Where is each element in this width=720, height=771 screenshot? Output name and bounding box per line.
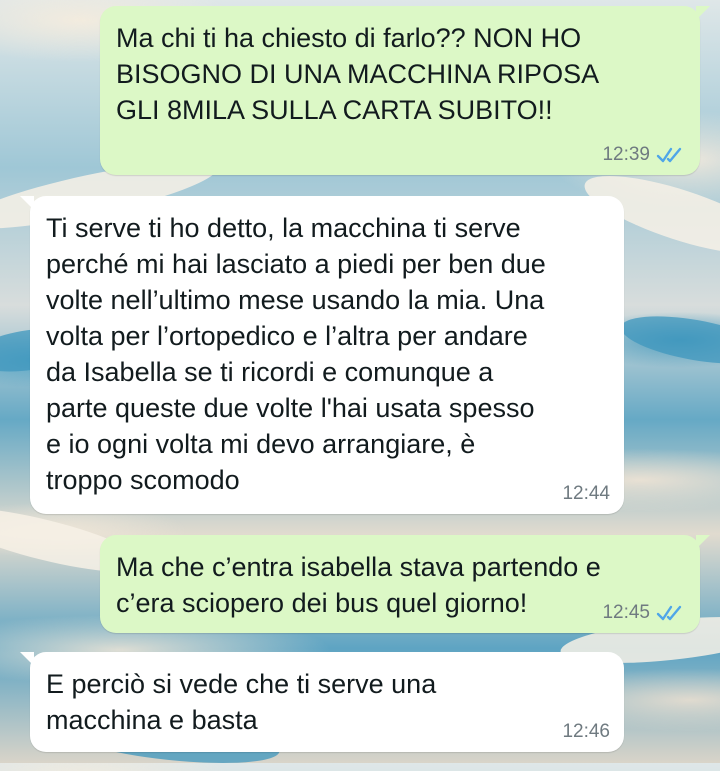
- bubble-tail: [20, 652, 34, 666]
- message-text: Ma che c’entra isabella stava partendo e…: [116, 552, 601, 618]
- message-meta: 12:46: [562, 722, 610, 742]
- message-meta: 12:44: [562, 484, 610, 504]
- message-bubble-incoming[interactable]: Ti serve ti ho detto, la macchina ti ser…: [20, 196, 624, 514]
- bubble-tail: [696, 535, 710, 549]
- wallpaper-water: [617, 307, 720, 373]
- message-meta: 12:39: [602, 145, 686, 165]
- message-text: Ti serve ti ho detto, la macchina ti ser…: [46, 213, 546, 495]
- message-bubble-outgoing[interactable]: Ma chi ti ha chiesto di farlo?? NON HO B…: [100, 6, 710, 175]
- double-check-read-icon: [656, 147, 682, 163]
- bubble-tail: [696, 6, 710, 20]
- message-text: Ma chi ti ha chiesto di farlo?? NON HO B…: [116, 23, 600, 125]
- bubble-tail: [20, 196, 34, 210]
- message-time: 12:44: [562, 483, 610, 504]
- message-bubble-outgoing[interactable]: Ma che c’entra isabella stava partendo e…: [100, 535, 710, 633]
- message-time: 12:45: [602, 602, 650, 623]
- double-check-read-icon: [656, 605, 682, 621]
- message-meta: 12:45: [602, 603, 686, 623]
- message-bubble-incoming[interactable]: E perciò si vede che ti serve una macchi…: [20, 652, 624, 752]
- message-text: E perciò si vede che ti serve una macchi…: [46, 669, 437, 735]
- message-time: 12:39: [602, 144, 650, 165]
- message-time: 12:46: [562, 721, 610, 742]
